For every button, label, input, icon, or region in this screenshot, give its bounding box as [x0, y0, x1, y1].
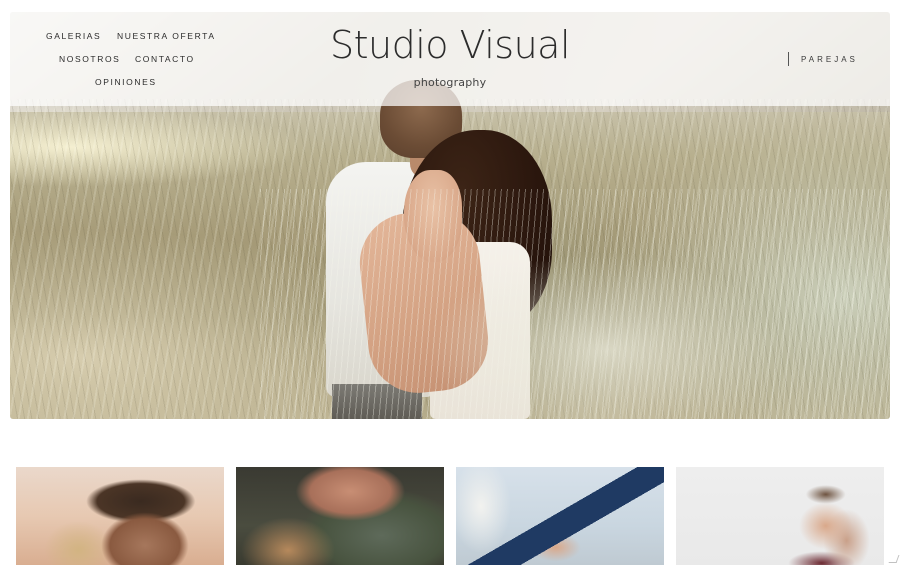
nav-item-galerias[interactable]: GALERIAS: [46, 31, 101, 41]
parejas-label[interactable]: PAREJAS: [801, 55, 858, 64]
main-nav: GALERIAS NUESTRA OFERTA NOSOTROS CONTACT…: [10, 12, 240, 106]
thumbnail-1[interactable]: [16, 467, 224, 565]
thumbnail-4[interactable]: [676, 467, 884, 565]
nav-item-nosotros[interactable]: NOSOTROS: [59, 54, 120, 64]
nav-item-nuestra-oferta[interactable]: NUESTRA OFERTA: [117, 31, 216, 41]
thumbnail-3[interactable]: [456, 467, 664, 565]
thumbnail-2[interactable]: [236, 467, 444, 565]
site-logo-title[interactable]: Studio Visual: [328, 26, 572, 64]
nav-item-contacto[interactable]: CONTACTO: [135, 54, 195, 64]
vertical-divider: [788, 52, 789, 66]
gallery-thumbnails: [0, 467, 900, 565]
nav-item-opiniones[interactable]: OPINIONES: [95, 77, 157, 87]
parejas-link[interactable]: PAREJAS: [788, 52, 858, 66]
page: GALERIAS NUESTRA OFERTA NOSOTROS CONTACT…: [0, 0, 900, 565]
site-header: GALERIAS NUESTRA OFERTA NOSOTROS CONTACT…: [10, 12, 890, 106]
foreground-grass: [260, 189, 890, 419]
site-logo-subtitle: photography: [413, 76, 487, 89]
